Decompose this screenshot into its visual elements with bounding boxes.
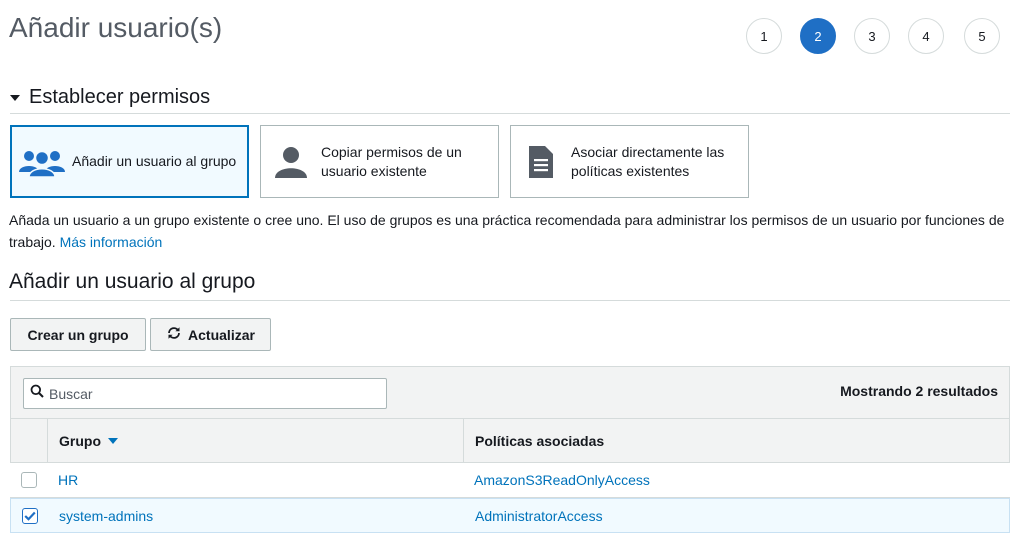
divider [10, 300, 1010, 301]
results-count: Mostrando 2 resultados [840, 383, 998, 399]
option-label: Asociar directamente las políticas exist… [571, 143, 725, 179]
group-link[interactable]: system-admins [59, 499, 153, 533]
refresh-button[interactable]: Actualizar [150, 318, 271, 351]
user-icon [261, 145, 321, 179]
step-2[interactable]: 2 [800, 18, 836, 54]
column-header-label: Grupo [59, 432, 101, 449]
policy-link[interactable]: AmazonS3ReadOnlyAccess [474, 463, 650, 497]
column-header-policies: Políticas asociadas [475, 432, 605, 449]
table-toolbar: Mostrando 2 resultados [10, 366, 1010, 419]
learn-more-link[interactable]: Más información [60, 234, 163, 250]
row-checkbox[interactable] [21, 472, 37, 488]
description: Añada un usuario a un grupo existente o … [9, 209, 1014, 253]
step-3[interactable]: 3 [854, 18, 890, 54]
option-copy-permissions[interactable]: Copiar permisos de un usuario existente [260, 125, 499, 198]
search-box[interactable] [23, 378, 387, 409]
table-header: Grupo Políticas asociadas [10, 419, 1010, 463]
step-5[interactable]: 5 [964, 18, 1000, 54]
option-add-to-group[interactable]: Añadir un usuario al grupo [10, 125, 249, 198]
column-header-group[interactable]: Grupo [59, 419, 118, 462]
step-4[interactable]: 4 [908, 18, 944, 54]
group-section-title: Añadir un usuario al grupo [9, 270, 256, 293]
groups-table: Mostrando 2 resultados Grupo Políticas a… [10, 366, 1010, 536]
sort-descending-icon [108, 437, 118, 444]
table-row[interactable]: system-admins AdministratorAccess [10, 498, 1010, 533]
section-label: Establecer permisos [29, 86, 211, 108]
column-divider [47, 419, 48, 462]
option-attach-policies[interactable]: Asociar directamente las políticas exist… [510, 125, 749, 198]
page-title: Añadir usuario(s) [9, 12, 223, 43]
option-label: Copiar permisos de un usuario existente [321, 143, 462, 179]
group-link[interactable]: HR [58, 463, 78, 497]
users-group-icon [12, 146, 72, 178]
search-input[interactable] [49, 385, 369, 402]
table-row[interactable]: HR AmazonS3ReadOnlyAccess [10, 463, 1010, 498]
policy-link[interactable]: AdministratorAccess [475, 499, 603, 533]
search-icon [30, 384, 44, 403]
column-divider [463, 419, 464, 462]
checkmark-icon [24, 511, 36, 521]
document-icon [511, 145, 571, 179]
step-1[interactable]: 1 [746, 18, 782, 54]
permissions-section-toggle[interactable]: Establecer permisos [10, 86, 210, 109]
divider [10, 113, 1010, 114]
caret-down-icon [10, 95, 20, 101]
create-group-label: Crear un grupo [27, 326, 129, 343]
refresh-icon [166, 325, 182, 344]
refresh-label: Actualizar [188, 326, 255, 343]
row-checkbox[interactable] [22, 508, 38, 524]
create-group-button[interactable]: Crear un grupo [10, 318, 146, 351]
option-label: Añadir un usuario al grupo [72, 153, 237, 169]
